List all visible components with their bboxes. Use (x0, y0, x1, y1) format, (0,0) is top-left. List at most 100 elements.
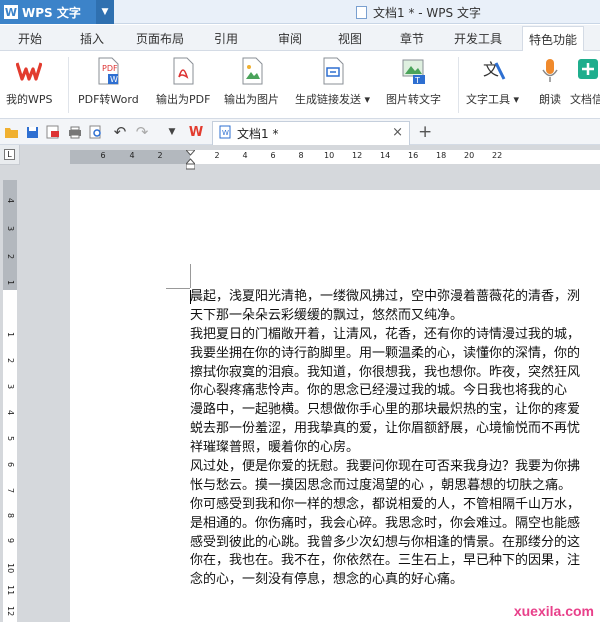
tab-page-layout[interactable]: 页面布局 (136, 30, 184, 47)
ruler-number: 18 (436, 151, 447, 160)
wps-logo-icon (15, 57, 43, 85)
print-preview-icon[interactable] (88, 124, 104, 140)
ruler-number: 6 (6, 462, 15, 468)
svg-text:T: T (414, 76, 420, 85)
document-line: 感受到彼此的心跳。我曾多少次幻想与你相逢的情景。在那缕分的这 (190, 534, 581, 550)
pdf-to-word-label: PDF转Word (78, 93, 139, 106)
open-folder-icon[interactable] (3, 124, 19, 140)
app-menu-button[interactable]: W WPS 文字 ▼ (0, 0, 114, 24)
my-wps-button[interactable]: 我的WPS (6, 57, 53, 107)
tab-review[interactable]: 审阅 (278, 30, 302, 47)
document-line: 我要坐拥在你的诗行韵脚里。用一颗温柔的心，读懂你的深情，你的 (190, 345, 581, 361)
export-pdf-icon[interactable] (45, 124, 61, 140)
microphone-icon (536, 57, 564, 85)
ruler-number: 12 (6, 606, 15, 617)
tab-chapter[interactable]: 章节 (400, 30, 424, 47)
ruler-number: 4 (6, 198, 15, 204)
ruler-number: 1 (6, 332, 15, 338)
document-line: 天下那一朵朵云彩缓缓的飘过，悠然而又纯净。 (190, 307, 464, 323)
ruler-number: 2 (6, 254, 15, 260)
window-title-text: 文档1 * - WPS 文字 (373, 6, 481, 20)
vertical-ruler[interactable]: 4 3 2 1 1 2 3 4 5 6 7 8 9 10 11 12 (3, 180, 17, 622)
tab-insert[interactable]: 插入 (80, 30, 104, 47)
tab-references[interactable]: 引用 (214, 30, 238, 47)
document-line: 祥璀璨普照，暖着你的心房。 (190, 440, 360, 456)
text-tools-icon: 文 (479, 57, 507, 85)
ruler-number: 16 (408, 151, 419, 160)
ribbon-tab-bar: 开始 插入 页面布局 引用 审阅 视图 章节 开发工具 特色功能 (0, 25, 600, 52)
window-title: 文档1 * - WPS 文字 (356, 4, 481, 21)
document-line: 是相通的。你伤痛时，我会心碎。我思念时，你会难过。隔空也能感 (190, 515, 581, 531)
ribbon-panel: 我的WPS PDF W PDF转Word 输出为PDF 输出为图片 生成链接发送 … (0, 51, 600, 119)
ruler-number: 10 (6, 563, 15, 574)
document-line: 你在，我也在。我不在，你依然在。三生石上，早已种下的因果，注 (190, 553, 581, 569)
document-line: 晨起，浅夏阳光清艳，一缕微风拂过，空中弥漫着蔷薇花的清香，洌 (190, 289, 581, 304)
undo-icon[interactable]: ↶ (112, 123, 128, 141)
doc-info-button[interactable]: 文档信 (570, 57, 600, 107)
export-image-label: 输出为图片 (224, 93, 279, 106)
share-link-button[interactable]: 生成链接发送 ▾ (295, 57, 370, 107)
document-line: 蜕去那一份羞涩，用我挚真的爱，让你眉额舒展，心境愉悦而不再忧 (190, 421, 581, 437)
tab-stop-selector[interactable]: L (0, 145, 20, 165)
document-line: 擦拭你寂寞的泪痕。我知道，你很想我，我也想你。昨夜，突然狂风 (190, 364, 581, 380)
close-icon[interactable]: × (392, 125, 403, 140)
svg-text:W: W (222, 129, 229, 137)
document-tab[interactable]: W 文档1 * × (212, 121, 410, 145)
doc-info-icon (573, 57, 600, 85)
read-aloud-button[interactable]: 朗读 (536, 57, 564, 107)
tab-developer[interactable]: 开发工具 (454, 30, 502, 47)
pdf-to-word-button[interactable]: PDF W PDF转Word (78, 57, 139, 107)
print-icon[interactable] (67, 124, 83, 140)
document-line: 怅与愁云。摸一摸因思念而过度渴望的心 ，朝思暮想的切肤之痛。 (190, 477, 572, 493)
share-link-icon (319, 57, 347, 85)
text-tools-button[interactable]: 文 文字工具 ▾ (466, 57, 519, 107)
ruler-number: 7 (6, 488, 15, 494)
wps-logo-icon[interactable]: W (188, 124, 204, 140)
document-body[interactable]: 晨起，浅夏阳光清艳，一缕微风拂过，空中弥漫着蔷薇花的清香，洌 天下那一朵朵云彩缓… (190, 288, 600, 590)
save-icon[interactable] (24, 124, 40, 140)
ruler-number: 2 (6, 358, 15, 364)
margin-crop-mark (190, 264, 191, 288)
watermark: xuexila.com (513, 603, 594, 619)
document-icon: W (219, 125, 231, 142)
svg-text:W: W (110, 75, 118, 84)
document-icon (356, 6, 367, 19)
ruler-number: 10 (324, 151, 335, 160)
document-line: 你可感受到我和你一样的想念，都说相爱的人，不管相隔千山万水， (190, 496, 581, 512)
ruler-number: 12 (352, 151, 363, 160)
tab-special-features[interactable]: 特色功能 (522, 26, 585, 52)
export-image-icon (238, 57, 266, 85)
horizontal-ruler[interactable]: 6 4 2 2 4 6 8 10 12 14 16 18 20 22 (70, 150, 600, 164)
read-aloud-label: 朗读 (539, 93, 561, 106)
ruler-number: 4 (6, 410, 15, 416)
document-line: 风过处，便是你爱的抚慰。我要问你现在可否来我身边？我要为你拂 (190, 459, 581, 475)
share-link-label: 生成链接发送 ▾ (295, 93, 371, 106)
my-wps-label: 我的WPS (6, 93, 53, 106)
ruler-number: 6 (270, 151, 276, 160)
text-tools-label: 文字工具 ▾ (466, 93, 520, 106)
tab-view[interactable]: 视图 (338, 30, 362, 47)
new-tab-button[interactable]: + (418, 122, 432, 142)
ruler-number: 1 (6, 280, 15, 286)
ruler-number: 14 (380, 151, 391, 160)
ribbon-divider (458, 57, 459, 113)
ruler-number: 3 (6, 384, 15, 390)
document-line: 你心裂疼痛悲怜声。你的思念已经漫过我的城。今日我也将我的心 (190, 383, 568, 399)
document-line: 念的心，一刻没有停息，想念的心真的好心痛。 (190, 572, 464, 588)
document-line: 漫路中，一起驰横。只想做你手心里的那块最炽热的宝，让你的疼爱 (190, 402, 581, 418)
indent-marker[interactable] (184, 149, 197, 170)
document-tab-title: 文档1 * (237, 127, 279, 141)
export-pdf-button[interactable]: 输出为PDF (156, 57, 210, 107)
customize-dropdown-icon[interactable]: ▼ (164, 124, 180, 140)
image-to-text-button[interactable]: T 图片转文字 (386, 57, 441, 107)
export-image-button[interactable]: 输出为图片 (224, 57, 279, 107)
ruler-number: 22 (492, 151, 503, 160)
ruler-number: 4 (129, 151, 135, 160)
tab-home[interactable]: 开始 (18, 30, 42, 47)
ruler-number: 3 (6, 226, 15, 232)
doc-info-label: 文档信 (570, 93, 600, 106)
chevron-down-icon[interactable]: ▼ (96, 0, 114, 24)
redo-icon[interactable]: ↷ (134, 123, 150, 141)
ruler-number: 2 (157, 151, 163, 160)
ruler-text-area (190, 150, 600, 164)
